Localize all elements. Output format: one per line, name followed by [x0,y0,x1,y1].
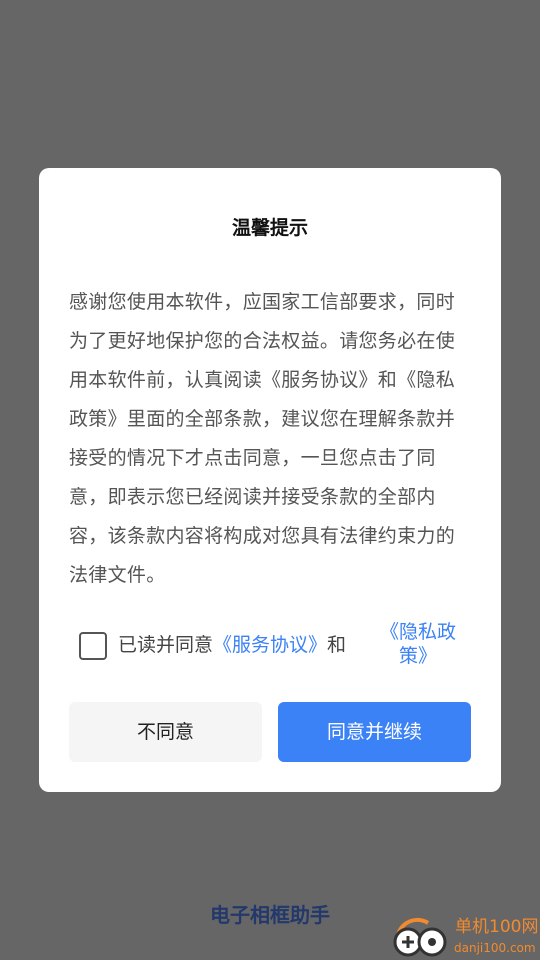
watermark-site-name: 单机100网 [455,917,539,937]
service-agreement-link[interactable]: 《服务协议》 [213,634,327,656]
agree-text: 已读并同意《服务协议》和 [118,632,346,658]
dialog-title: 温馨提示 [231,217,308,239]
accept-continue-button[interactable]: 同意并继续 [278,702,471,762]
agree-prefix: 已读并同意 [118,634,214,656]
dialog-body-text: 感谢您使用本软件，应国家工信部要求，同时为了更好地保护您的合法权益。请您务必在使… [69,291,456,586]
and-text: 和 [327,634,347,656]
agree-checkbox[interactable] [79,632,107,660]
agree-row: 已读并同意《服务协议》和 《隐私政 策》 [79,620,479,672]
site-watermark: 单机100网 danji100.com [388,915,540,960]
decline-button[interactable]: 不同意 [69,702,262,762]
privacy-link-line1: 《隐私政 [379,621,456,643]
privacy-policy-link[interactable]: 《隐私政 策》 [377,620,459,668]
watermark-site-url: danji100.com [454,941,536,955]
watermark-logo-icon [393,917,447,957]
privacy-link-line2: 策》 [398,645,437,667]
